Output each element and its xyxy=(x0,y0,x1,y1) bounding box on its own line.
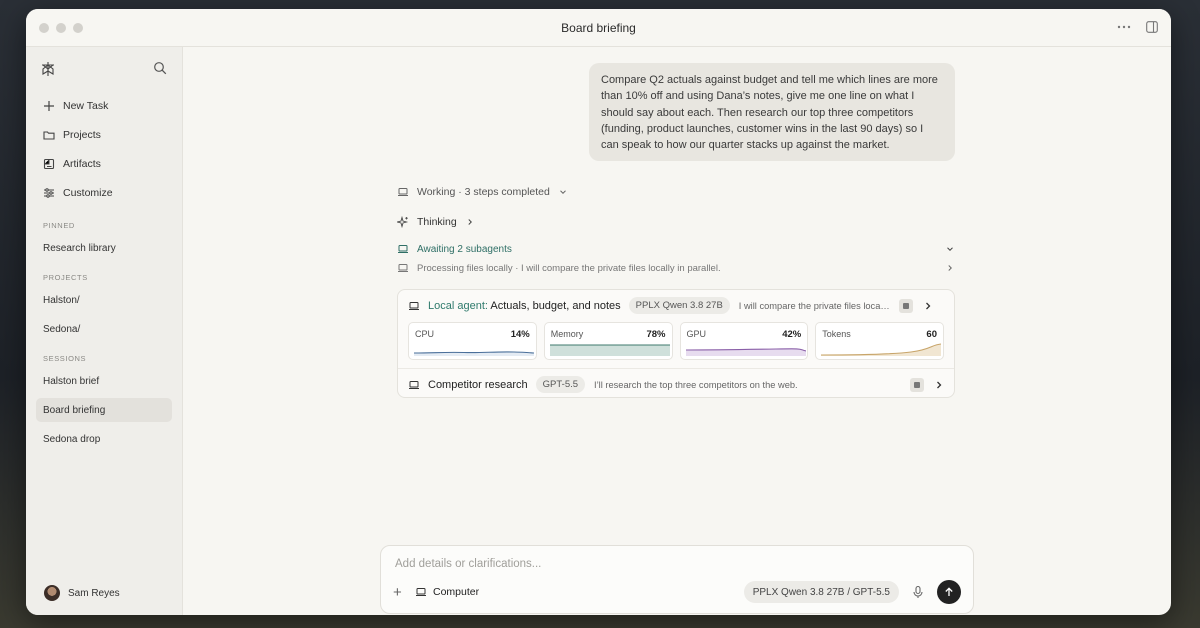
user-profile[interactable]: Sam Reyes xyxy=(44,585,120,601)
new-task-button[interactable]: New Task xyxy=(36,91,173,120)
chevron-right-icon[interactable] xyxy=(934,380,944,390)
metric-gpu: GPU 42% xyxy=(679,322,809,360)
titlebar: Board briefing xyxy=(26,9,1171,47)
awaiting-subagents[interactable]: Awaiting 2 subagents xyxy=(397,243,955,255)
project-item-halston[interactable]: Halston/ xyxy=(36,288,172,312)
local-agent-title: Actuals, budget, and notes xyxy=(490,299,621,312)
stop-local-agent-button[interactable] xyxy=(898,298,913,313)
app-logo-icon[interactable] xyxy=(40,61,56,77)
artifact-icon xyxy=(43,158,55,169)
send-button[interactable] xyxy=(937,580,961,604)
folder-icon xyxy=(43,130,55,140)
stop-competitor-agent-button[interactable] xyxy=(910,377,924,392)
metric-tokens: Tokens 60 xyxy=(815,322,944,360)
competitor-agent-title: Competitor research xyxy=(428,378,528,391)
model-selector[interactable]: PPLX Qwen 3.8 27B / GPT-5.5 xyxy=(743,581,899,603)
laptop-icon xyxy=(409,301,419,310)
composer-input[interactable]: Add details or clarifications... xyxy=(395,558,541,570)
local-agent-model-badge: PPLX Qwen 3.8 27B xyxy=(628,297,730,314)
laptop-icon xyxy=(398,188,408,196)
stop-icon xyxy=(914,381,920,388)
working-status[interactable]: Working · 3 steps completed xyxy=(397,186,568,198)
chevron-down-icon xyxy=(560,190,566,194)
chevron-right-icon xyxy=(948,265,952,271)
sidebar-item-customize[interactable]: Customize xyxy=(36,178,173,207)
local-agent-description: I will compare the private files locally… xyxy=(738,300,891,311)
arrow-up-icon xyxy=(945,587,953,596)
chevron-right-icon[interactable] xyxy=(923,301,933,311)
projects-section-label: PROJECTS xyxy=(43,273,88,282)
pinned-section-label: PINNED xyxy=(43,221,75,230)
plus-icon xyxy=(44,100,54,111)
more-icon[interactable] xyxy=(1117,20,1131,34)
competitor-agent-row[interactable]: Competitor research GPT-5.5 I’ll researc… xyxy=(398,370,954,399)
session-item-board-briefing[interactable]: Board briefing xyxy=(36,398,172,422)
metric-memory: Memory 78% xyxy=(543,322,673,360)
session-item-halston-brief[interactable]: Halston brief xyxy=(36,369,172,393)
sidebar-item-artifacts[interactable]: Artifacts xyxy=(36,149,173,178)
competitor-agent-model-badge: GPT-5.5 xyxy=(535,376,586,393)
memory-sparkline xyxy=(549,344,670,356)
chevron-right-icon xyxy=(468,219,472,225)
laptop-icon xyxy=(398,245,408,253)
microphone-icon[interactable] xyxy=(911,585,925,599)
user-message: Compare Q2 actuals against budget and te… xyxy=(589,63,955,161)
sidebar-nav: New Task Projects Artifacts Customize xyxy=(36,91,173,207)
attach-plus-icon[interactable]: + xyxy=(393,584,407,601)
competitor-agent-description: I’ll research the top three competitors … xyxy=(594,379,798,390)
chevron-down-icon xyxy=(947,247,953,251)
avatar xyxy=(44,585,60,601)
laptop-icon xyxy=(409,380,419,389)
sidebar: New Task Projects Artifacts Customize PI… xyxy=(26,47,183,615)
card-divider xyxy=(398,368,954,369)
user-name: Sam Reyes xyxy=(68,587,120,599)
pinned-item-research-library[interactable]: Research library xyxy=(36,236,172,260)
processing-status[interactable]: Processing files locally · I will compar… xyxy=(397,262,955,274)
app-window: Board briefing New Task Projects Artifac… xyxy=(26,9,1171,615)
tokens-sparkline xyxy=(821,343,942,356)
local-agent-prefix: Local agent: xyxy=(428,299,488,312)
cpu-sparkline xyxy=(414,351,534,356)
sidebar-toggle-icon[interactable] xyxy=(1145,20,1159,34)
laptop-icon xyxy=(416,588,426,596)
search-icon[interactable] xyxy=(153,61,167,75)
session-item-sedona-drop[interactable]: Sedona drop xyxy=(36,427,172,451)
subagents-card: Local agent: Actuals, budget, and notes … xyxy=(397,289,955,398)
resource-metrics: CPU 14% Memory 78% GPU 42% Tokens 60 xyxy=(408,322,944,362)
metric-cpu: CPU 14% xyxy=(408,322,537,360)
project-item-sedona[interactable]: Sedona/ xyxy=(36,317,172,341)
local-agent-row[interactable]: Local agent: Actuals, budget, and notes … xyxy=(398,291,954,320)
computer-mode-button[interactable]: Computer xyxy=(415,586,479,598)
window-title: Board briefing xyxy=(561,21,636,35)
thinking-toggle[interactable]: Thinking xyxy=(397,216,475,228)
stop-icon xyxy=(902,302,909,309)
sidebar-item-projects[interactable]: Projects xyxy=(36,120,173,149)
sessions-section-label: SESSIONS xyxy=(43,354,87,363)
sliders-icon xyxy=(44,187,54,198)
sparkle-icon xyxy=(397,216,409,228)
message-composer[interactable]: Add details or clarifications... + Compu… xyxy=(380,545,974,614)
main-panel: Compare Q2 actuals against budget and te… xyxy=(184,47,1171,615)
laptop-icon xyxy=(398,264,408,272)
gpu-sparkline xyxy=(685,348,806,356)
